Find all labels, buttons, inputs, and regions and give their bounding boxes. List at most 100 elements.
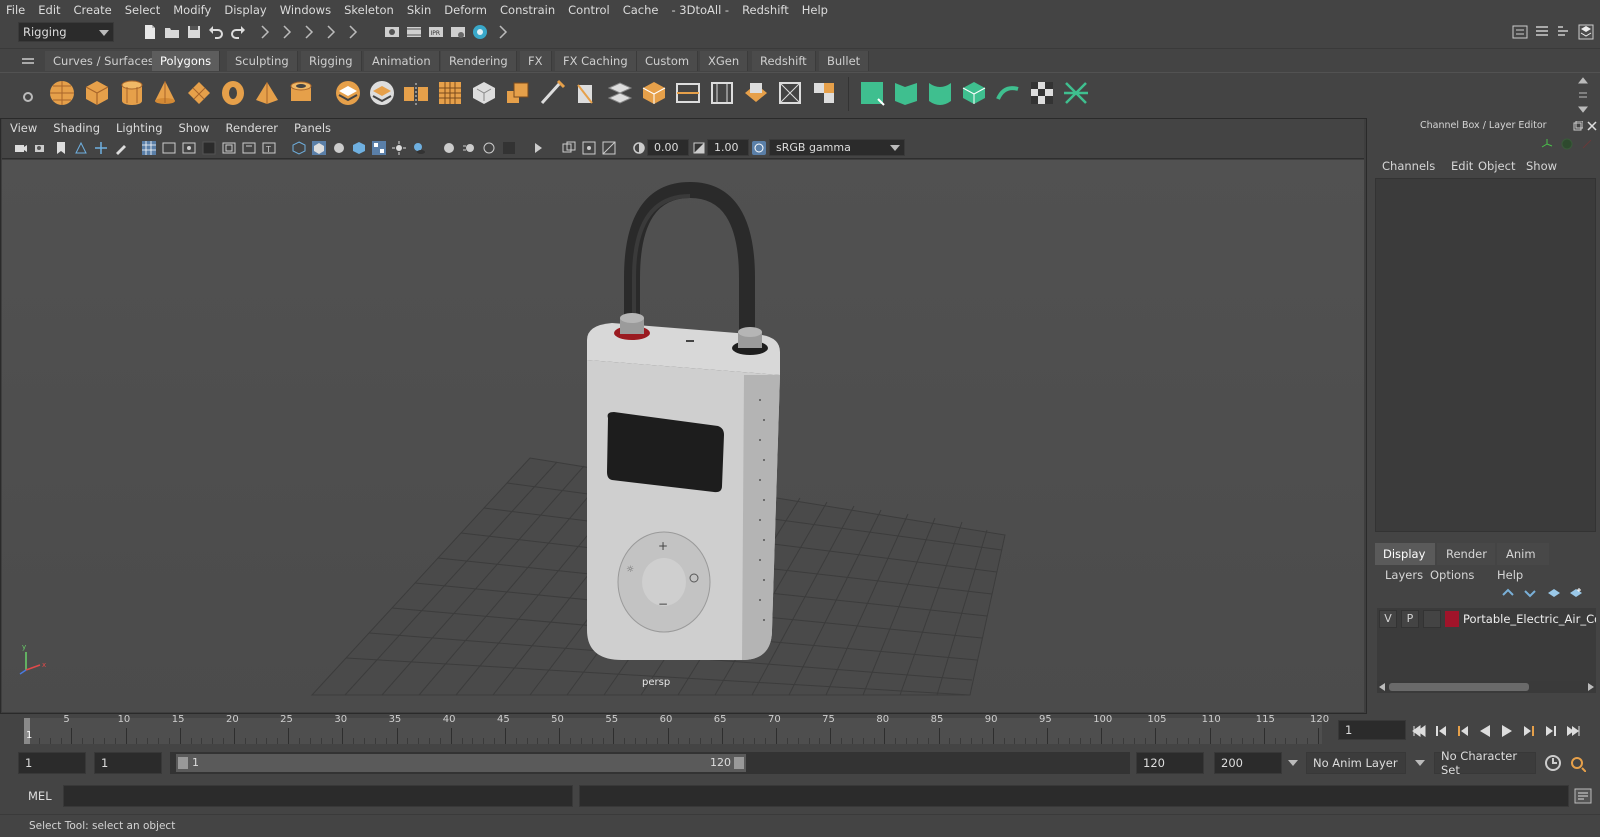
channel-box-icon[interactable] bbox=[1578, 24, 1594, 40]
hyper-icon[interactable] bbox=[1581, 138, 1593, 150]
depth-of-field-icon[interactable] bbox=[502, 141, 516, 155]
menu-skin[interactable]: Skin bbox=[407, 3, 431, 17]
channel-menu-object[interactable]: Object bbox=[1478, 159, 1515, 173]
manipulator-icon[interactable] bbox=[1541, 138, 1553, 150]
poly-plane-icon[interactable] bbox=[185, 79, 213, 107]
time-slider-track[interactable] bbox=[24, 718, 1322, 744]
menu-constrain[interactable]: Constrain bbox=[500, 3, 555, 17]
viewport-menu-panels[interactable]: Panels bbox=[294, 121, 331, 135]
go-to-end-icon[interactable] bbox=[1566, 724, 1580, 738]
layer-menu-options[interactable]: Options bbox=[1430, 568, 1474, 582]
channel-menu-channels[interactable]: Channels bbox=[1382, 159, 1435, 173]
textured-icon[interactable] bbox=[372, 141, 386, 155]
play-backwards-icon[interactable] bbox=[1478, 724, 1492, 738]
move-layer-down-icon[interactable] bbox=[1523, 587, 1537, 599]
anim-layer-chevron-icon[interactable] bbox=[1288, 760, 1298, 766]
mirror-icon[interactable] bbox=[402, 79, 430, 107]
animation-preferences-icon[interactable] bbox=[1568, 754, 1586, 772]
cylindrical-uv-icon[interactable] bbox=[926, 79, 954, 107]
command-language-label[interactable]: MEL bbox=[28, 789, 52, 803]
command-input[interactable] bbox=[63, 785, 573, 807]
multi-cut-icon[interactable] bbox=[538, 79, 566, 107]
menu-select[interactable]: Select bbox=[125, 3, 160, 17]
gamma-icon[interactable] bbox=[692, 141, 706, 155]
shelf-tab-rendering[interactable]: Rendering bbox=[441, 51, 517, 71]
shelf-scroll-icon[interactable] bbox=[1578, 77, 1588, 113]
shelf-tab-rigging[interactable]: Rigging bbox=[301, 51, 362, 71]
safe-action-icon[interactable] bbox=[242, 141, 256, 155]
scroll-left-icon[interactable] bbox=[1379, 683, 1385, 691]
character-set-dropdown[interactable]: No Character Set bbox=[1434, 749, 1536, 777]
grease-pencil-icon[interactable] bbox=[114, 141, 128, 155]
layer-tab-render[interactable]: Render bbox=[1437, 543, 1495, 565]
layer-color-swatch[interactable] bbox=[1445, 611, 1459, 627]
ipr-render-icon[interactable]: IPR bbox=[428, 24, 444, 40]
shelf-tab-xgen[interactable]: XGen bbox=[700, 51, 749, 71]
grid-toggle-icon[interactable] bbox=[142, 141, 156, 155]
anti-aliasing-icon[interactable] bbox=[482, 141, 496, 155]
safe-title-icon[interactable]: T bbox=[262, 141, 276, 155]
snap-curve-icon[interactable] bbox=[346, 24, 362, 40]
layer-playback-toggle[interactable]: P bbox=[1401, 610, 1419, 628]
menu-create[interactable]: Create bbox=[74, 3, 112, 17]
menu-deform[interactable]: Deform bbox=[444, 3, 487, 17]
view-transform-dropdown[interactable]: sRGB gamma bbox=[769, 139, 905, 156]
play-forwards-icon[interactable] bbox=[1500, 724, 1514, 738]
anim-layer-dropdown[interactable]: No Anim Layer bbox=[1306, 752, 1406, 774]
shelf-tab-polygons[interactable]: Polygons bbox=[152, 51, 221, 71]
go-to-start-icon[interactable] bbox=[1412, 724, 1426, 738]
bevel-icon[interactable] bbox=[470, 79, 498, 107]
poly-pipe-icon[interactable] bbox=[287, 79, 315, 107]
move-layer-up-icon[interactable] bbox=[1501, 587, 1515, 599]
channel-menu-edit[interactable]: Edit bbox=[1451, 159, 1473, 173]
film-gate-icon[interactable] bbox=[162, 141, 176, 155]
scroll-right-icon[interactable] bbox=[1588, 683, 1594, 691]
range-slider-handle[interactable]: 1 120 bbox=[176, 754, 746, 772]
render-view-icon[interactable] bbox=[384, 24, 400, 40]
toolbar-expand-icon[interactable] bbox=[496, 24, 512, 40]
new-empty-layer-icon[interactable] bbox=[1547, 587, 1561, 599]
viewport-menu-shading[interactable]: Shading bbox=[53, 121, 100, 135]
wireframe-icon[interactable] bbox=[292, 141, 306, 155]
layer-menu-layers[interactable]: Layers bbox=[1385, 568, 1423, 582]
layer-tab-display[interactable]: Display bbox=[1375, 543, 1435, 565]
quad-draw-icon[interactable] bbox=[640, 79, 668, 107]
poly-sphere-icon[interactable] bbox=[48, 79, 76, 107]
save-scene-icon[interactable] bbox=[186, 24, 202, 40]
step-forward-frame-icon[interactable] bbox=[1544, 724, 1558, 738]
camera-attributes-icon[interactable] bbox=[34, 141, 48, 155]
poly-pyramid-icon[interactable] bbox=[253, 79, 281, 107]
target-weld-icon[interactable] bbox=[572, 79, 600, 107]
menu-modify[interactable]: Modify bbox=[173, 3, 211, 17]
step-forward-key-icon[interactable] bbox=[1522, 724, 1536, 738]
exposure-icon[interactable] bbox=[632, 141, 646, 155]
menu-cache[interactable]: Cache bbox=[623, 3, 659, 17]
speed-icon[interactable] bbox=[1561, 138, 1573, 150]
connect-icon[interactable] bbox=[606, 79, 634, 107]
smooth-shade-icon[interactable] bbox=[312, 141, 326, 155]
shelf-menu-icon[interactable] bbox=[22, 57, 34, 67]
channel-menu-show[interactable]: Show bbox=[1526, 159, 1557, 173]
modeling-toolkit-icon[interactable] bbox=[1512, 24, 1528, 40]
script-editor-icon[interactable] bbox=[1574, 788, 1592, 804]
screen-space-ao-icon[interactable] bbox=[442, 141, 456, 155]
playback-start-field[interactable]: 1 bbox=[94, 752, 162, 774]
motion-blur-icon[interactable] bbox=[462, 141, 476, 155]
insert-edge-loop-icon[interactable] bbox=[674, 79, 702, 107]
layer-display-type-toggle[interactable] bbox=[1423, 610, 1441, 628]
layer-row[interactable]: V P Portable_Electric_Air_Cor bbox=[1377, 608, 1596, 630]
poly-torus-icon[interactable] bbox=[219, 79, 247, 107]
undo-icon[interactable] bbox=[208, 24, 224, 40]
color-management-icon[interactable] bbox=[752, 141, 766, 155]
field-chart-icon[interactable] bbox=[222, 141, 236, 155]
poly-cylinder-icon[interactable] bbox=[118, 79, 146, 107]
uv-editor-icon[interactable] bbox=[858, 79, 886, 107]
use-all-lights-icon[interactable] bbox=[392, 141, 406, 155]
poly-cube-icon[interactable] bbox=[83, 79, 111, 107]
isolate-select-icon[interactable] bbox=[532, 141, 546, 155]
channel-box-area[interactable] bbox=[1375, 178, 1596, 532]
select-object-icon[interactable] bbox=[280, 24, 296, 40]
tool-settings-icon[interactable] bbox=[1556, 24, 1572, 40]
open-scene-icon[interactable] bbox=[164, 24, 180, 40]
smooth-icon[interactable] bbox=[436, 79, 464, 107]
